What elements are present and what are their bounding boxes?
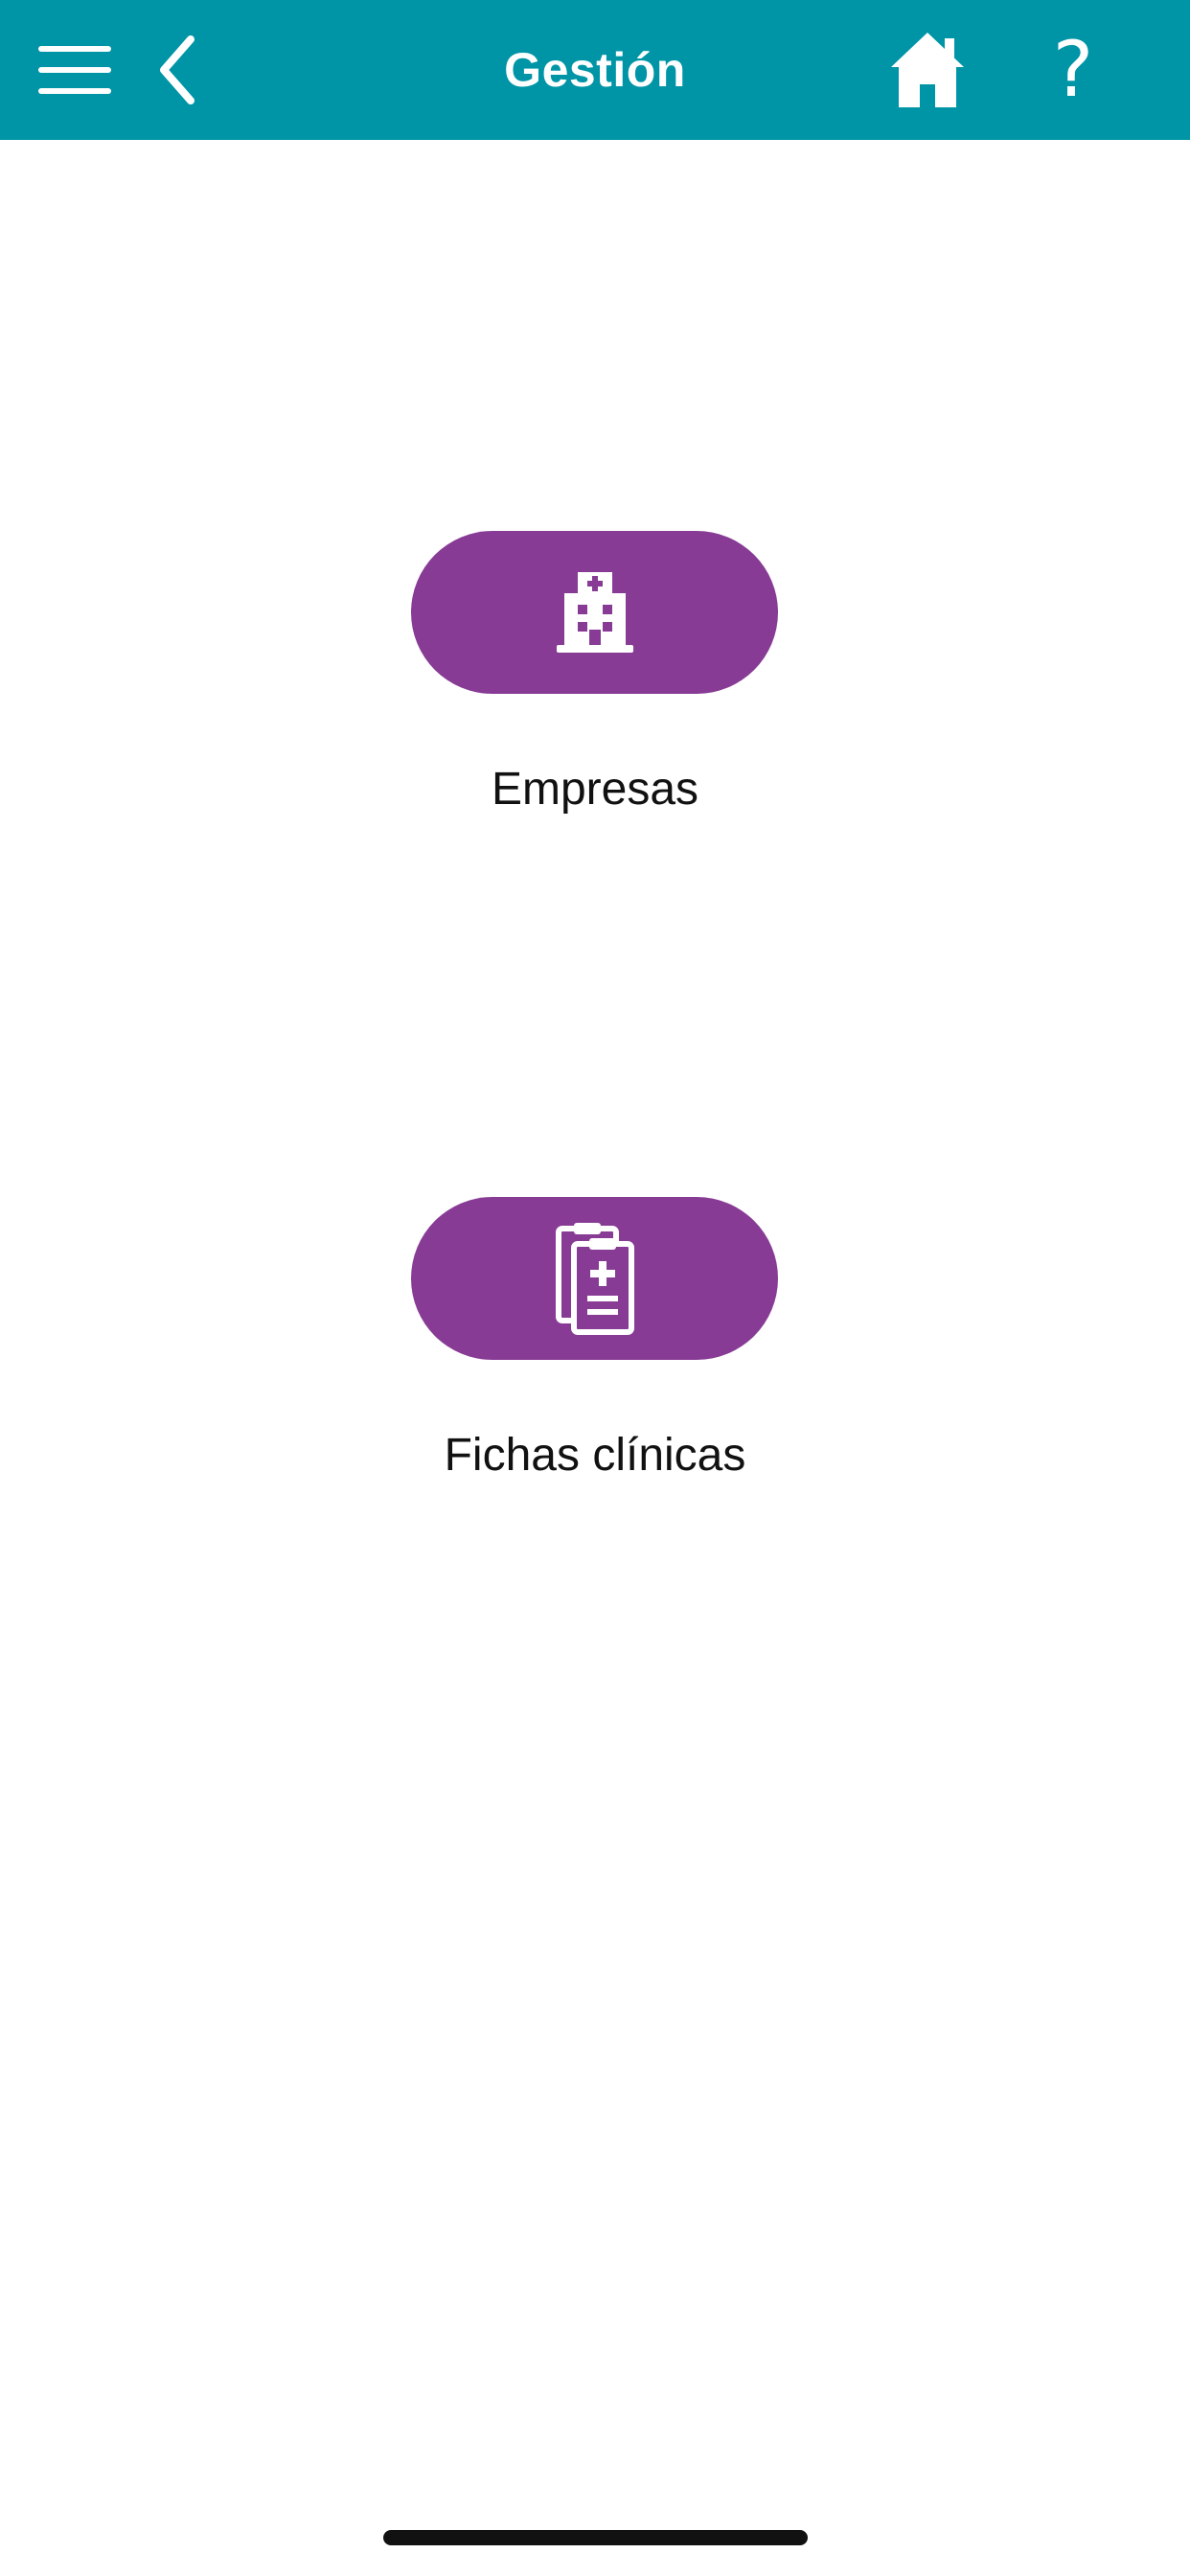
help-button[interactable]: ? [1025, 0, 1121, 140]
fichas-clinicas-button[interactable] [411, 1197, 778, 1360]
page-title: Gestión [504, 43, 686, 97]
medical-clipboard-icon [555, 1223, 634, 1335]
fichas-clinicas-label: Fichas clínicas [444, 1430, 746, 1481]
empresas-button[interactable] [411, 531, 778, 694]
help-icon: ? [1052, 25, 1094, 114]
hospital-building-icon [556, 572, 633, 653]
home-icon [891, 33, 964, 107]
top-app-bar: Gestión ? [0, 0, 1190, 140]
home-indicator-bar [383, 2530, 808, 2545]
home-button[interactable] [880, 0, 975, 140]
empresas-label: Empresas [491, 764, 699, 815]
